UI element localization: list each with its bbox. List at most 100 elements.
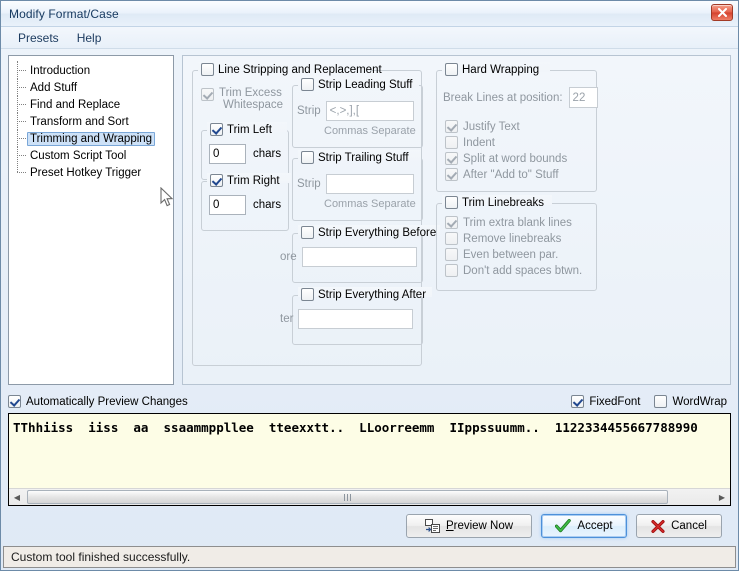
split-at-word-bounds-label: Split at word bounds <box>463 152 568 165</box>
option-auto-preview[interactable]: Automatically Preview Changes <box>8 395 188 408</box>
checkbox-trim-linebreaks[interactable] <box>445 196 458 209</box>
preview-now-button[interactable]: Preview Now <box>406 514 532 538</box>
tree-dash <box>17 104 26 105</box>
option-indent[interactable]: Indent <box>445 136 567 149</box>
close-x-icon <box>651 519 665 533</box>
sidebar-item-find-and-replace[interactable]: Find and Replace <box>13 95 169 113</box>
checkbox-trim-left[interactable] <box>210 123 223 136</box>
preview-textarea[interactable]: TThhiiss iiss aa ssaammppllee tteexxtt..… <box>8 413 731 506</box>
option-justify-text[interactable]: Justify Text <box>445 120 567 133</box>
check-icon <box>555 519 572 533</box>
strip-after-input[interactable] <box>298 309 414 329</box>
strip-trailing-input[interactable] <box>325 174 414 194</box>
break-position-input[interactable]: 22 <box>568 87 598 108</box>
trim-excess-label: Trim Excess Whitespace <box>219 87 283 111</box>
checkbox-strip-after[interactable] <box>301 288 314 301</box>
group-strip-after: Strip Everything After ter <box>280 287 432 345</box>
sidebar-item-custom-script-tool[interactable]: Custom Script Tool <box>13 146 169 164</box>
sidebar-item-transform-and-sort[interactable]: Transform and Sort <box>13 112 169 130</box>
trim-excess-label-line1: Trim Excess <box>219 87 282 99</box>
indent-label: Indent <box>463 136 495 149</box>
option-trim-extra-blank-lines[interactable]: Trim extra blank lines <box>445 216 582 229</box>
scrollbar-track[interactable] <box>25 489 714 505</box>
checkbox-strip-trailing[interactable] <box>301 151 314 164</box>
sidebar-item-add-stuff[interactable]: Add Stuff <box>13 78 169 96</box>
option-word-wrap[interactable]: WordWrap <box>654 395 727 408</box>
tree-dash <box>17 155 26 156</box>
tree-dash <box>17 87 26 88</box>
checkbox-auto-preview[interactable] <box>8 395 21 408</box>
strip-leading-hint: Commas Separate <box>324 125 416 137</box>
status-text: Custom tool finished successfully. <box>11 550 191 564</box>
tree-item-label: Custom Script Tool <box>30 149 127 162</box>
checkbox-remove-linebreaks[interactable] <box>445 232 458 245</box>
checkbox-strip-before[interactable] <box>301 226 314 239</box>
preview-text: TThhiiss iiss aa ssaammppllee tteexxtt..… <box>13 420 698 435</box>
menu-item-presets[interactable]: Presets <box>9 28 68 48</box>
checkbox-after-add-to-stuff[interactable] <box>445 168 458 181</box>
justify-text-label: Justify Text <box>463 120 520 133</box>
trim-right-input[interactable]: 0 <box>209 195 246 215</box>
strip-leading-field-label: Strip <box>297 105 321 117</box>
hard-wrapping-options: Justify Text Indent Split at word bounds <box>445 120 567 181</box>
sidebar-item-trimming-and-wrapping[interactable]: Trimming and Wrapping <box>13 129 169 147</box>
scrollbar-thumb[interactable] <box>27 490 668 504</box>
tree-item-label: Trimming and Wrapping <box>27 131 156 146</box>
group-strip-before: Strip Everything Before ore <box>280 225 440 283</box>
group-header-trim-right: Trim Right <box>207 174 283 187</box>
group-header-line-stripping: Line Stripping and Replacement <box>198 63 385 76</box>
strip-leading-input[interactable]: <,>,],[ <box>325 101 414 121</box>
group-trim-linebreaks: Trim Linebreaks Trim extra blank lines R… <box>436 195 597 291</box>
checkbox-even-between-par[interactable] <box>445 248 458 261</box>
option-split-at-word-bounds[interactable]: Split at word bounds <box>445 152 567 165</box>
preview-now-rest: review Now <box>453 520 514 532</box>
scroll-right-icon[interactable]: ▶ <box>714 489 730 505</box>
strip-before-row: ore <box>280 247 417 267</box>
strip-trailing-field-label: Strip <box>297 178 321 190</box>
checkbox-indent[interactable] <box>445 136 458 149</box>
checkbox-strip-leading[interactable] <box>301 78 314 91</box>
tree-dash <box>17 70 26 71</box>
option-fixed-font[interactable]: FixedFont <box>571 395 640 408</box>
option-dont-add-spaces[interactable]: Don't add spaces btwn. <box>445 264 582 277</box>
checkbox-fixed-font[interactable] <box>571 395 585 408</box>
scroll-left-icon[interactable]: ◀ <box>9 489 25 505</box>
upper-area: Introduction Add Stuff Find and Replace … <box>8 55 731 385</box>
sidebar-item-introduction[interactable]: Introduction <box>13 61 169 79</box>
checkbox-dont-add-spaces[interactable] <box>445 264 458 277</box>
checkbox-line-stripping[interactable] <box>201 63 214 76</box>
checkbox-trim-excess-whitespace[interactable] <box>201 88 214 101</box>
strip-before-field-label: ore <box>280 251 297 263</box>
checkbox-trim-extra-blank-lines[interactable] <box>445 216 458 229</box>
trim-left-input[interactable]: 0 <box>209 144 246 164</box>
checkbox-word-wrap[interactable] <box>654 395 668 408</box>
remove-linebreaks-label: Remove linebreaks <box>463 232 562 245</box>
strip-after-field-label: ter <box>280 313 294 325</box>
options-panel: Line Stripping and Replacement Trim Exce… <box>182 55 731 385</box>
sidebar-item-preset-hotkey-trigger[interactable]: Preset Hotkey Trigger <box>13 163 169 181</box>
break-position-row: Break Lines at position: 22 <box>443 87 598 108</box>
checkbox-trim-right[interactable] <box>210 174 223 187</box>
category-tree[interactable]: Introduction Add Stuff Find and Replace … <box>8 55 174 385</box>
menu-item-help[interactable]: Help <box>68 28 111 48</box>
checkbox-hard-wrapping[interactable] <box>445 63 458 76</box>
group-header-strip-trailing: Strip Trailing Stuff <box>298 151 412 164</box>
trim-left-unit-label: chars <box>253 148 282 160</box>
checkbox-split-at-word-bounds[interactable] <box>445 152 458 165</box>
accept-label: Accept <box>577 520 613 532</box>
trim-right-value-row: 0 chars <box>209 195 281 215</box>
status-bar: Custom tool finished successfully. <box>3 546 736 568</box>
option-trim-excess-whitespace[interactable]: Trim Excess Whitespace <box>201 87 301 111</box>
option-after-add-to-stuff[interactable]: After "Add to" Stuff <box>445 168 567 181</box>
close-icon[interactable] <box>711 4 733 21</box>
option-even-between-par[interactable]: Even between par. <box>445 248 582 261</box>
checkbox-justify-text[interactable] <box>445 120 458 133</box>
option-remove-linebreaks[interactable]: Remove linebreaks <box>445 232 582 245</box>
cancel-button[interactable]: Cancel <box>636 514 722 538</box>
window-title: Modify Format/Case <box>9 6 119 21</box>
strip-before-input[interactable] <box>301 247 417 267</box>
preview-icon <box>424 519 440 533</box>
group-line-stripping: Line Stripping and Replacement Trim Exce… <box>192 62 440 366</box>
accept-button[interactable]: Accept <box>541 514 627 538</box>
horizontal-scrollbar[interactable]: ◀ ▶ <box>9 488 730 505</box>
